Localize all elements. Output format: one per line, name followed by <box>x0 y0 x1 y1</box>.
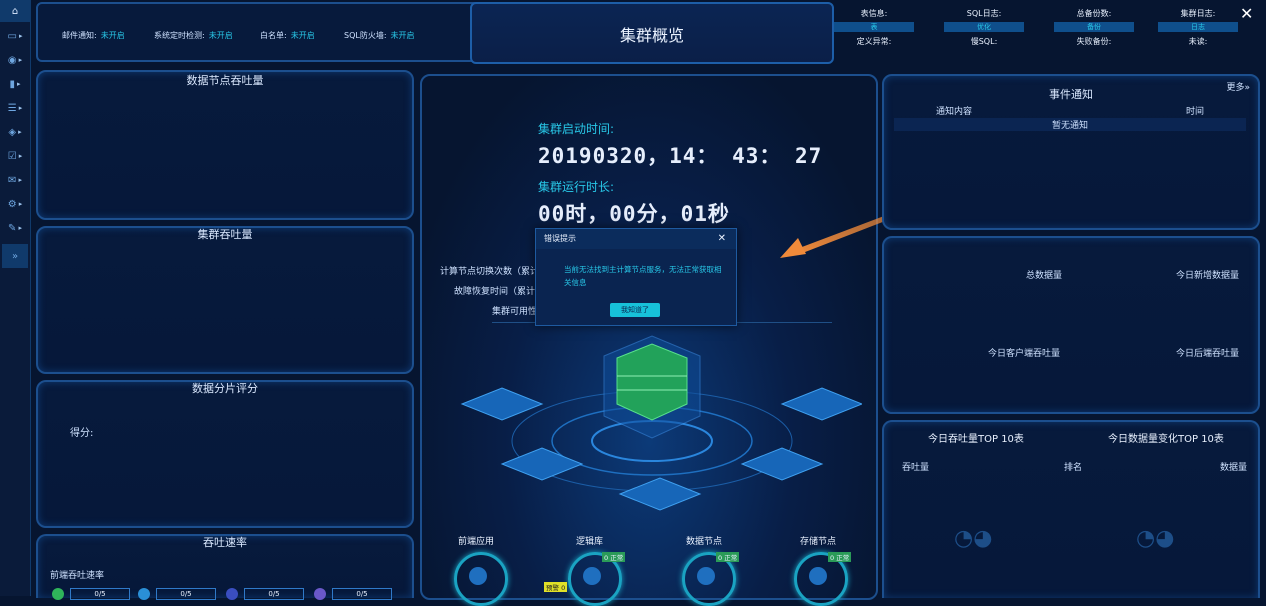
dialog-message: 当前无法找到主计算节点服务，无法正常获取相关信息 <box>564 265 722 287</box>
title-box: 集群概览 <box>470 2 834 64</box>
rate-dot-d <box>314 588 326 600</box>
uptime-value: 00时，00分，01秒 <box>538 202 730 226</box>
stat-client-throughput: 今日客户端吞吐量 <box>988 349 1061 359</box>
gear-icon[interactable]: ⚙ ▸ <box>0 192 30 216</box>
node-frontend-icon[interactable] <box>454 552 508 606</box>
col-throughput: 吞吐量 <box>902 463 930 473</box>
switch-count-label: 计算节点切换次数（累计） <box>440 267 549 277</box>
rate-dot-s <box>52 588 64 600</box>
panel-title: 集群吞吐量 <box>197 228 253 241</box>
uptime-label: 集群运行时长: <box>538 180 615 194</box>
backup-box[interactable]: 总备份数: 备份 失败备份: <box>1046 8 1142 48</box>
panel-title: 吞吐速率 <box>203 536 247 549</box>
top-data-change-title: 今日数据量变化TOP 10表 <box>1108 434 1224 445</box>
shield-icon[interactable]: ◈ ▸ <box>0 120 30 144</box>
page-title: 集群概览 <box>619 26 684 45</box>
cluster-illustration <box>460 335 862 511</box>
check-icon[interactable]: ☑ ▸ <box>0 144 30 168</box>
ok-badge: 0 正常 <box>602 552 626 562</box>
close-icon[interactable]: ✕ <box>718 233 726 244</box>
ok-badge: 0 正常 <box>716 552 740 562</box>
stat-backend-throughput: 今日后端吞吐量 <box>1176 349 1240 359</box>
rate-value: 0/5 <box>156 588 216 600</box>
stat-total-data: 总数据量 <box>1026 271 1063 281</box>
col-data-volume: 数据量 <box>1220 463 1248 473</box>
frontend-rate-label: 前端吞吐速率 <box>50 571 105 581</box>
status-timer: 系统定时检测: 未开启 <box>154 31 233 40</box>
panel-events: 事件通知 更多» 通知内容 时间 暂无通知 <box>882 74 1260 230</box>
recovery-time-label: 故障恢复时间（累计） <box>454 287 545 297</box>
panel-title: 数据分片评分 <box>192 382 258 395</box>
chart-icon[interactable]: ▮ ▸ <box>0 72 30 96</box>
expand-icon[interactable]: » <box>2 244 28 268</box>
rate-dot-i <box>138 588 150 600</box>
empty-ghost-icon: ◔◕ <box>954 526 993 551</box>
panel-cluster-throughput: 集群吞吐量 <box>36 226 414 374</box>
panel-shard-score: 数据分片评分 得分: <box>36 380 414 528</box>
more-link[interactable]: 更多» <box>1226 80 1250 93</box>
node-datanode-label: 数据节点 <box>686 537 723 547</box>
rate-value: 0/5 <box>244 588 304 600</box>
monitor-icon[interactable]: ▭ ▸ <box>0 24 30 48</box>
panel-node-throughput: 数据节点吞吐量 <box>36 70 414 220</box>
cluster-log-box[interactable]: 集群日志: 日志 未读: <box>1150 8 1246 48</box>
status-email: 邮件通知: 未开启 <box>62 31 125 40</box>
top-status-bar: 邮件通知: 未开启 系统定时检测: 未开启 白名单: 未开启 SQL防火墙: 未开启 <box>36 2 480 62</box>
empty-text: 暂无通知 <box>894 118 1246 131</box>
database-icon[interactable]: ☰ ▸ <box>0 96 30 120</box>
stat-new-data: 今日新增数据量 <box>1176 271 1240 281</box>
panel-throughput-rate: 吞吐速率 前端吞吐速率 0/5 0/5 0/5 0/5 <box>36 534 414 600</box>
status-firewall: SQL防火墙: 未开启 <box>344 31 415 40</box>
rate-value: 0/5 <box>332 588 392 600</box>
dialog-title: 错误提示 <box>536 229 736 249</box>
panel-title: 数据节点吞吐量 <box>186 74 264 87</box>
start-time-label: 集群启动时间: <box>538 122 615 136</box>
col-time: 时间 <box>1186 107 1205 117</box>
empty-ghost-icon: ◔◕ <box>1136 526 1175 551</box>
left-nav-rail: ⌂ ▭ ▸ ◉ ▸ ▮ ▸ ☰ ▸ ◈ ▸ ☑ ▸ ✉ ▸ ⚙ ▸ ✎ ▸ » <box>0 0 31 596</box>
eye-icon[interactable]: ◉ ▸ <box>0 48 30 72</box>
ok-button[interactable]: 我知道了 <box>610 303 660 317</box>
availability-label: 集群可用性 <box>492 307 538 317</box>
node-storage-label: 存储节点 <box>800 537 837 547</box>
col-rank: 排名 <box>1064 463 1083 473</box>
rate-dot-u <box>226 588 238 600</box>
error-dialog: 错误提示 ✕ 当前无法找到主计算节点服务，无法正常获取相关信息 我知道了 <box>535 228 737 326</box>
rate-value: 0/5 <box>70 588 130 600</box>
ok-badge: 0 正常 <box>828 552 852 562</box>
home-icon[interactable]: ⌂ <box>0 0 30 22</box>
status-whitelist: 白名单: 未开启 <box>260 31 315 40</box>
node-logicdb-label: 逻辑库 <box>576 537 604 547</box>
top-throughput-title: 今日吞吐量TOP 10表 <box>928 434 1024 445</box>
close-icon[interactable]: ✕ <box>1240 4 1253 23</box>
node-frontend-label: 前端应用 <box>458 537 495 547</box>
col-content: 通知内容 <box>936 107 973 117</box>
warn-badge: 预警 0 <box>544 582 568 592</box>
mail-icon[interactable]: ✉ ▸ <box>0 168 30 192</box>
wrench-icon[interactable]: ✎ ▸ <box>0 216 30 240</box>
table-info-box[interactable]: 表信息: 表 定义异常: <box>826 8 922 48</box>
score-label: 得分: <box>70 428 94 439</box>
sql-log-box[interactable]: SQL日志: 优化 慢SQL: <box>936 8 1032 48</box>
panel-title: 事件通知 <box>1049 88 1093 101</box>
panel-data-stats: 总数据量 今日新增数据量 今日客户端吞吐量 今日后端吞吐量 <box>882 236 1260 414</box>
panel-top10: 今日吞吐量TOP 10表 今日数据量变化TOP 10表 吞吐量 排名 数据量 ◔… <box>882 420 1260 598</box>
